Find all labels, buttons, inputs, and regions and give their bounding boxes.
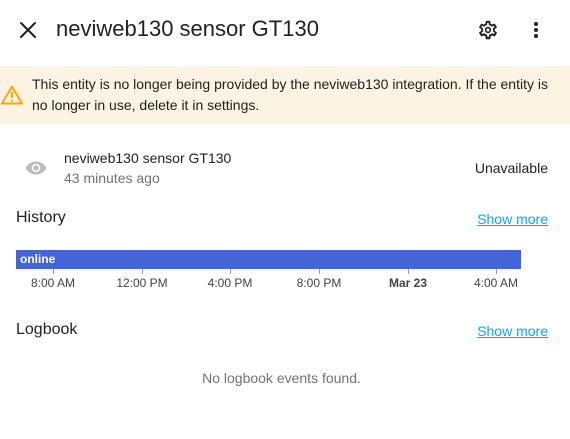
entity-row: neviweb130 sensor GT130 43 minutes ago U… <box>0 140 570 192</box>
dialog-header: neviweb130 sensor GT130 <box>0 0 570 60</box>
close-button[interactable] <box>11 13 45 47</box>
eye-icon <box>25 161 47 175</box>
warning-icon <box>1 85 23 105</box>
entity-state: Unavailable <box>474 160 548 176</box>
more-info-dialog: neviweb130 sensor GT130 This entity is n… <box>0 0 570 439</box>
tick-label: 12:00 PM <box>116 276 168 290</box>
alert-message: This entity is no longer being provided … <box>32 76 548 113</box>
logbook-title: Logbook <box>16 321 78 338</box>
history-title: History <box>16 209 66 226</box>
tick-label: Mar 23 <box>388 276 428 290</box>
dialog-title: neviweb130 sensor GT130 <box>56 16 319 41</box>
tick-label: 4:00 PM <box>207 276 253 290</box>
tick-label: 4:00 AM <box>473 276 519 290</box>
tick-mark <box>142 269 143 274</box>
tick-label: 8:00 AM <box>30 276 76 290</box>
timeline-state-label: online <box>20 252 56 266</box>
tick-mark <box>408 269 409 274</box>
logbook-empty-message: No logbook events found. <box>202 370 361 386</box>
logbook-show-more-link[interactable]: Show more <box>477 322 548 340</box>
tick-mark <box>230 269 231 274</box>
tick-label: 8:00 PM <box>296 276 342 290</box>
tick-mark <box>53 269 54 274</box>
history-show-more-link[interactable]: Show more <box>477 210 548 228</box>
timeline-axis: 8:00 AM 12:00 PM 4:00 PM 8:00 PM Mar 23 … <box>0 269 570 293</box>
more-vertical-icon <box>534 22 538 38</box>
entity-name: neviweb130 sensor GT130 <box>64 150 232 166</box>
tick-mark <box>319 269 320 274</box>
entity-last-changed: 43 minutes ago <box>64 170 160 186</box>
close-icon <box>20 22 36 38</box>
warning-alert: This entity is no longer being provided … <box>0 66 570 124</box>
more-options-button[interactable] <box>520 14 552 46</box>
gear-icon <box>479 20 497 40</box>
history-timeline-bar[interactable]: online <box>16 250 521 269</box>
settings-button[interactable] <box>472 14 504 46</box>
tick-mark <box>496 269 497 274</box>
